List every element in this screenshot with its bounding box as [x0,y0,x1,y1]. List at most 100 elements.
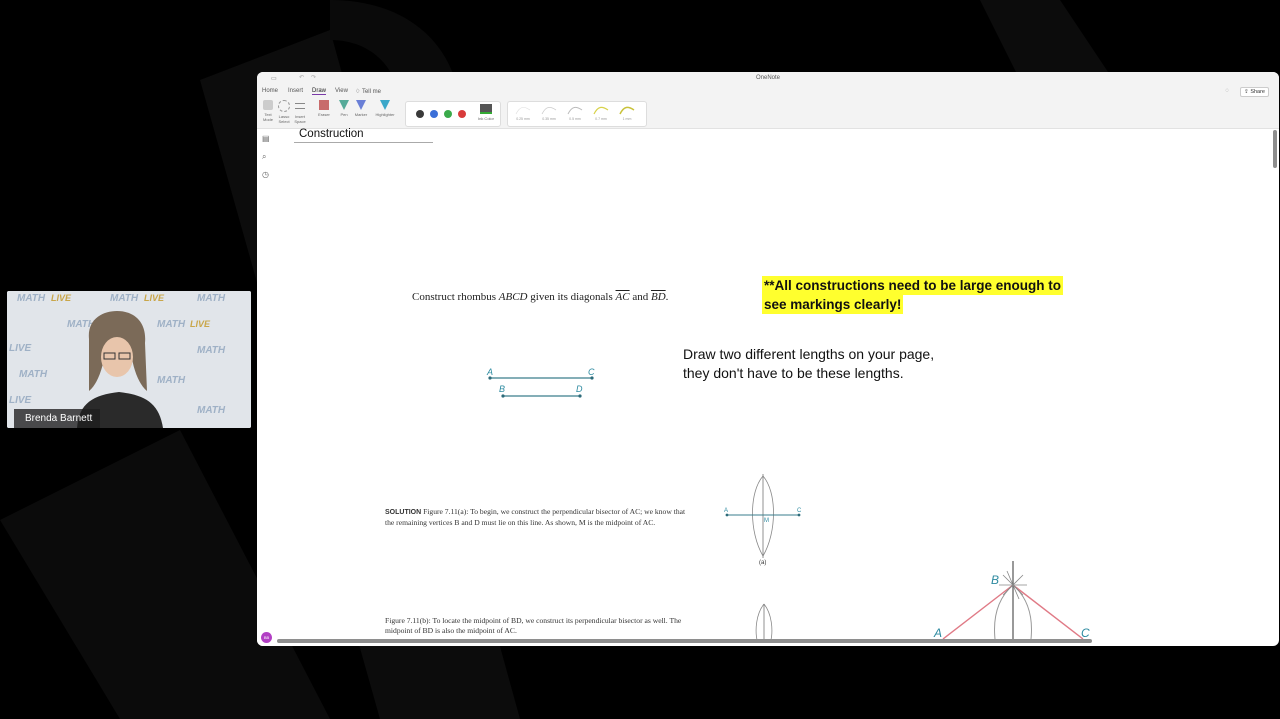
left-sidebar: ▤ ⌕ ◷ [257,129,275,646]
point-c-fig [797,513,801,517]
pen-size-label: 0.25 mm [516,117,530,121]
arc-right-b [763,603,773,641]
onenote-window: ▭ ↶ ↷ OneNote Home Insert Draw View ♢ Te… [257,72,1279,646]
big-label-c: C [1081,626,1090,639]
problem-pre: Construct rhombus [412,291,499,303]
tool-label: Text Mode [262,112,273,122]
svg-text:MATH: MATH [17,293,46,304]
note-line-2: see markings clearly! [762,295,904,314]
rhombus-construction-figure: B A C [933,561,1090,639]
app-title: OneNote [755,75,780,81]
tell-me-label: Tell me [361,89,381,95]
tab-draw[interactable]: Draw [312,88,327,95]
pen-size-option[interactable]: 0.35 mm [538,104,560,121]
presenter-webcam: MATH MATH MATH MATH MATH LIVE MATH MATH MATH … [7,291,251,428]
svg-text:LIVE: LIVE [9,343,32,354]
svg-text:MATH: MATH [19,369,48,380]
page-title[interactable]: Construction [299,128,364,140]
point-a-fig [725,513,729,517]
vertical-scrollbar[interactable] [1273,130,1277,168]
draw-ribbon: Text Mode Lasso Select Insert Space Eras… [257,98,1279,129]
pen-tool[interactable]: Pen [337,100,351,117]
diagonal-bd: BD [650,291,666,303]
insert-space-icon [295,103,305,109]
label-d: D [576,384,583,394]
insert-space-tool[interactable]: Insert Space [293,100,307,124]
pen-size-option[interactable]: 0.25 mm [512,104,534,121]
stroke-preview-icon [593,106,609,115]
side-bc [1012,584,1084,639]
text-mode-tool[interactable]: Text Mode [261,100,275,122]
marker-icon [356,100,366,110]
problem-mid: given its diagonals [527,291,616,303]
notebooks-icon[interactable]: ▤ [262,135,270,143]
arc-2 [1012,584,1032,639]
tell-me-search[interactable]: ♢ Tell me [355,88,381,95]
point-d [578,394,582,398]
hint-line-2: they don't have to be these lengths. [683,365,904,381]
pen-thickness-gallery: 0.25 mm 0.35 mm 0.5 mm 0.7 mm 1 mm [507,101,647,127]
pen-size-label: 0.7 mm [595,117,607,121]
stroke-preview-icon [619,106,635,115]
figure-7-11b-paragraph: Figure 7.11(b): To locate the midpoint o… [385,616,690,637]
pen-color-palette: Ink Color [405,101,501,127]
fig-b-text: Figure 7.11(b): To locate the midpoint o… [385,616,682,636]
marker-tool[interactable]: Marker [354,100,368,117]
pen-size-option[interactable]: 0.5 mm [564,104,586,121]
tab-view[interactable]: View [335,88,348,94]
lasso-select-tool[interactable]: Lasso Select [277,100,291,124]
fig-label-m: M [764,518,769,524]
comments-icon[interactable]: ◌ [1225,88,1229,94]
stroke-preview-icon [541,106,557,115]
eraser-icon [319,100,329,110]
given-segments-figure: A C B D [486,367,595,398]
pen-size-option[interactable]: 0.7 mm [590,104,612,121]
search-icon[interactable]: ⌕ [262,153,270,161]
ink-color-button[interactable]: Ink Color [476,104,496,121]
pen-color-green[interactable] [444,110,452,118]
svg-text:LIVE: LIVE [190,319,211,329]
svg-text:MATH: MATH [197,405,226,416]
presenter-name-label: Brenda Barnett [14,409,101,428]
title-bar: ▭ ↶ ↷ OneNote [257,72,1279,86]
recent-clock-icon[interactable]: ◷ [262,171,270,179]
stroke-preview-icon [567,106,583,115]
pen-size-label: 1 mm [622,117,632,121]
lightbulb-icon: ♢ [355,89,361,95]
svg-text:MATH: MATH [157,375,186,386]
ink-color-label: Ink Color [477,116,494,121]
tab-home[interactable]: Home [262,88,278,94]
note-line-1: **All constructions need to be large eno… [762,276,1064,295]
horizontal-scrollbar[interactable] [277,639,1092,643]
svg-text:MATH: MATH [197,345,226,356]
svg-text:LIVE: LIVE [9,395,32,406]
label-c: C [588,367,595,377]
tool-label: Insert Space [294,114,306,124]
avatar[interactable]: BB [261,632,272,643]
pen-color-blue[interactable] [430,110,438,118]
webcam-backdrop: MATH MATH MATH MATH MATH LIVE MATH MATHMATH … [7,291,251,428]
svg-text:MATH: MATH [197,293,226,304]
problem-statement: Construct rhombus ABCD given its diagona… [412,291,668,303]
highlighter-tool[interactable]: Highlighter [374,100,396,117]
ink-color-icon [480,104,492,114]
svg-text:LIVE: LIVE [51,293,72,303]
pen-color-red[interactable] [458,110,466,118]
diagonal-ac: AC [615,291,630,303]
pen-size-option[interactable]: 1 mm [616,104,638,121]
arc-left [752,475,764,557]
share-button[interactable]: ⇪ Share [1240,87,1269,97]
pen-color-black[interactable] [416,110,424,118]
svg-text:MATH: MATH [110,293,139,304]
text-mode-icon [263,100,273,110]
tool-label: Eraser [318,112,330,117]
eraser-tool[interactable]: Eraser [317,100,331,117]
lasso-icon [278,100,290,112]
pen-size-label: 0.35 mm [542,117,556,121]
share-icon: ⇪ [1244,89,1249,95]
tool-label: Marker [354,112,368,117]
arc-right [762,475,774,557]
tab-insert[interactable]: Insert [288,88,303,94]
svg-text:MATH: MATH [157,319,186,330]
svg-text:LIVE: LIVE [144,293,165,303]
